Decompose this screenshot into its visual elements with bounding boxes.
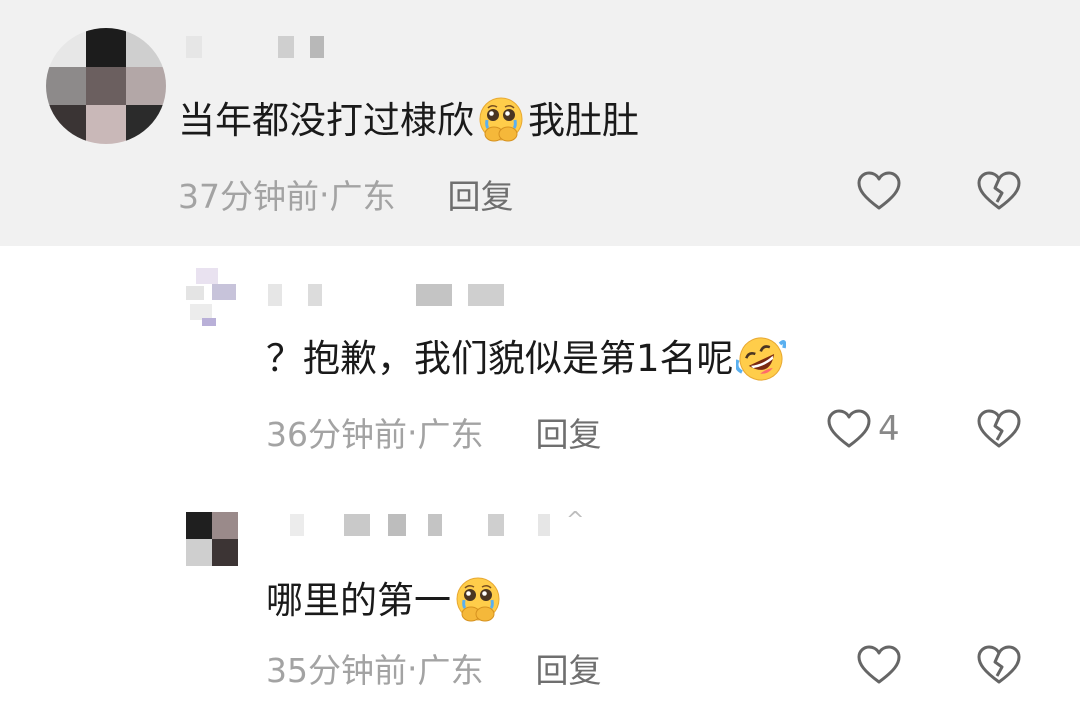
heart-outline-icon [827, 409, 871, 448]
broken-heart-outline-icon [977, 409, 1021, 448]
broken-heart-outline-icon [977, 171, 1021, 210]
reply-button[interactable]: 回复 [536, 644, 602, 692]
like-count: 4 [878, 409, 900, 449]
meta-separator: · [407, 648, 418, 688]
meta-separator: · [407, 412, 418, 452]
like-button[interactable]: 4 [826, 408, 900, 450]
comment-text-main: ？抱歉，我们貌似是第1名呢 [266, 337, 734, 380]
dislike-button[interactable] [976, 644, 1022, 690]
pleading-face-hands-icon [476, 96, 526, 146]
avatar[interactable] [186, 512, 238, 566]
like-button[interactable] [856, 170, 908, 212]
comment-text: ？抱歉，我们貌似是第1名呢 [266, 334, 788, 384]
comment-text-main: 哪里的第一 [266, 579, 451, 622]
comment-text: 哪里的第一 [266, 576, 505, 626]
comment-meta: 36分钟前 · 广东 回复 [266, 408, 602, 456]
comment-text-main: 当年都没打过棣欣 [178, 99, 474, 142]
broken-heart-outline-icon [977, 645, 1021, 684]
username-blurred[interactable] [186, 36, 336, 58]
comment-text-tail: 我肚肚 [528, 99, 639, 142]
comment-item[interactable]: ^ 哪里的第一 35分钟前 · 广东 回复 [0, 484, 1080, 708]
rolling-laughing-face-icon [735, 334, 786, 384]
comment-location: 广东 [417, 415, 484, 454]
comment-location: 广东 [417, 651, 484, 690]
avatar[interactable] [46, 28, 166, 144]
avatar[interactable] [186, 264, 240, 326]
comment-meta: 37分钟前 · 广东 回复 [178, 170, 514, 218]
username-blurred[interactable] [290, 514, 560, 536]
heart-outline-icon [857, 171, 901, 210]
comment-text: 当年都没打过棣欣 我肚肚 [178, 96, 639, 146]
dislike-button[interactable] [976, 408, 1022, 454]
reply-button[interactable]: 回复 [448, 170, 514, 218]
reply-button[interactable]: 回复 [536, 408, 602, 456]
username-blurred[interactable] [268, 284, 538, 306]
comment-item[interactable]: ？抱歉，我们貌似是第1名呢 36分钟前 · 广东 回复 4 [0, 246, 1080, 484]
dislike-button[interactable] [976, 170, 1022, 216]
like-button[interactable] [856, 644, 908, 686]
comment-location: 广东 [329, 177, 396, 216]
heart-outline-icon [857, 645, 901, 684]
comment-item[interactable]: 当年都没打过棣欣 我肚肚 37分钟前 · 广东 回复 [0, 0, 1080, 246]
comment-time: 37分钟前 [178, 177, 319, 216]
comment-time: 36分钟前 [266, 415, 407, 454]
username-suffix: ^ [566, 508, 585, 533]
comment-meta: 35分钟前 · 广东 回复 [266, 644, 602, 692]
comment-time: 35分钟前 [266, 651, 407, 690]
pleading-face-hands-icon [453, 576, 503, 626]
meta-separator: · [319, 174, 330, 214]
